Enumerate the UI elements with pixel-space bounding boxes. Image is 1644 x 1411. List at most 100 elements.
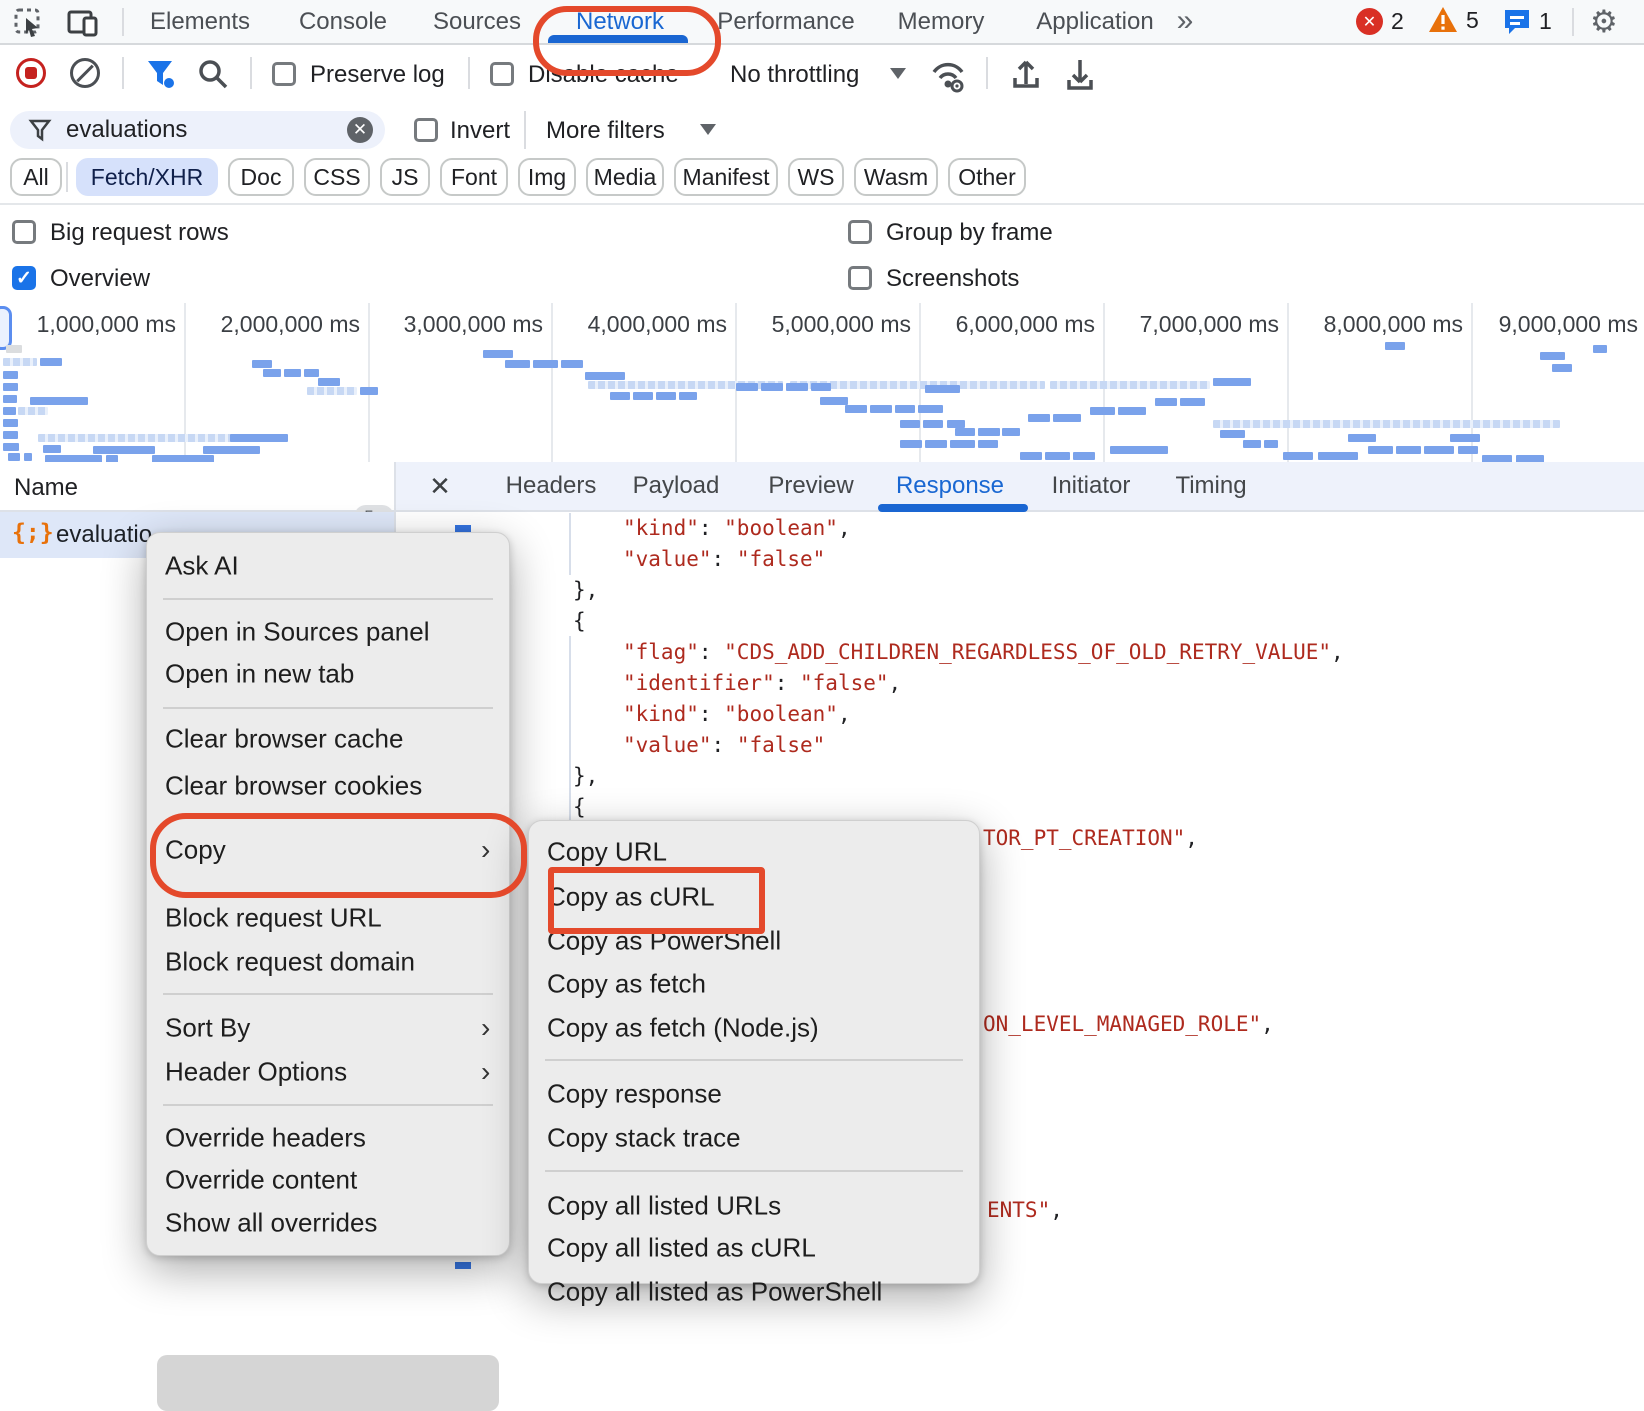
detail-tab-timing[interactable]: Timing bbox=[1175, 462, 1246, 510]
waterfall-bar bbox=[38, 434, 233, 442]
copy-submenu-item-copy-response[interactable]: Copy response bbox=[547, 1079, 722, 1110]
waterfall-bar bbox=[955, 428, 975, 436]
code-line: "identifier": "false", bbox=[623, 671, 901, 695]
json-string: "boolean" bbox=[724, 702, 838, 726]
copy-submenu-item-copy-all-listed-as-curl[interactable]: Copy all listed as cURL bbox=[547, 1233, 816, 1264]
chip-fetch-xhr[interactable]: Fetch/XHR bbox=[76, 158, 218, 196]
invert-checkbox[interactable] bbox=[414, 118, 438, 142]
group-by-frame-checkbox[interactable] bbox=[848, 220, 872, 244]
chip-js[interactable]: JS bbox=[380, 158, 430, 196]
chip-media[interactable]: Media bbox=[586, 158, 664, 196]
detail-tab-initiator[interactable]: Initiator bbox=[1052, 462, 1131, 510]
context-menu-item-clear-browser-cache[interactable]: Clear browser cache bbox=[165, 724, 403, 755]
chip-all[interactable]: All bbox=[10, 158, 62, 196]
overview-checkbox[interactable]: ✓ bbox=[12, 266, 36, 290]
detail-tab-headers[interactable]: Headers bbox=[506, 462, 597, 510]
preserve-log-checkbox[interactable] bbox=[272, 62, 296, 86]
name-column-header[interactable]: Name bbox=[0, 462, 396, 512]
tab-console[interactable]: Console bbox=[299, 0, 387, 43]
waterfall-bar bbox=[1220, 430, 1245, 438]
tab-network[interactable]: Network bbox=[576, 0, 664, 43]
copy-submenu-item-copy-all-listed-as-powershell[interactable]: Copy all listed as PowerShell bbox=[547, 1277, 882, 1308]
json-punctuation: { bbox=[573, 795, 586, 819]
waterfall-bar bbox=[925, 440, 947, 448]
chip-manifest[interactable]: Manifest bbox=[674, 158, 778, 196]
disable-cache-checkbox[interactable] bbox=[490, 62, 514, 86]
more-tabs-icon[interactable]: » bbox=[1177, 4, 1194, 38]
filter-input[interactable]: evaluations ✕ bbox=[10, 111, 385, 149]
filter-icon-active[interactable] bbox=[144, 57, 180, 91]
context-menu-item-copy[interactable]: Copy bbox=[165, 835, 226, 866]
overview-tick-label: 1,000,000 ms bbox=[37, 311, 176, 338]
console-status[interactable]: ✕ 2 bbox=[1356, 8, 1404, 35]
context-menu-item-clear-browser-cookies[interactable]: Clear browser cookies bbox=[165, 771, 422, 802]
close-detail-icon[interactable]: ✕ bbox=[429, 462, 451, 510]
overview-timeline[interactable]: 1,000,000 ms2,000,000 ms3,000,000 ms4,00… bbox=[0, 303, 1644, 464]
inspect-icon[interactable] bbox=[14, 8, 44, 38]
context-menu-item-ask-ai[interactable]: Ask AI bbox=[165, 551, 239, 582]
json-string: TOR_PT_CREATION" bbox=[983, 826, 1185, 850]
chip-font[interactable]: Font bbox=[440, 158, 508, 196]
copy-submenu-item-copy-as-fetch[interactable]: Copy as fetch bbox=[547, 969, 706, 1000]
settings-gear-icon[interactable]: ⚙ bbox=[1590, 4, 1618, 40]
waterfall-bar bbox=[6, 345, 22, 353]
context-menu-item-open-in-sources-panel[interactable]: Open in Sources panel bbox=[165, 617, 430, 648]
copy-submenu-item-copy-as-curl[interactable]: Copy as cURL bbox=[547, 882, 715, 913]
context-menu-item-header-options[interactable]: Header Options bbox=[165, 1057, 347, 1088]
detail-tab-payload[interactable]: Payload bbox=[633, 462, 720, 510]
export-har-icon[interactable] bbox=[1062, 56, 1098, 92]
detail-tab-preview[interactable]: Preview bbox=[768, 462, 853, 510]
message-status[interactable]: 1 bbox=[1503, 8, 1552, 35]
context-menu-item-show-all-overrides[interactable]: Show all overrides bbox=[165, 1208, 377, 1239]
throttling-caret-icon[interactable] bbox=[890, 68, 906, 79]
json-string: "flag" bbox=[623, 640, 699, 664]
detail-tab-response[interactable]: Response bbox=[896, 462, 1004, 510]
message-count: 1 bbox=[1539, 8, 1552, 35]
chip-doc[interactable]: Doc bbox=[228, 158, 294, 196]
tab-sources[interactable]: Sources bbox=[433, 0, 521, 43]
chip-img[interactable]: Img bbox=[518, 158, 576, 196]
chip-divider bbox=[66, 162, 68, 192]
waterfall-bar bbox=[1318, 452, 1358, 460]
import-har-icon[interactable] bbox=[1008, 56, 1044, 92]
more-filters-caret-icon[interactable] bbox=[700, 124, 716, 135]
network-conditions-icon[interactable] bbox=[928, 56, 968, 94]
clear-filter-icon[interactable]: ✕ bbox=[347, 117, 373, 143]
invert-label: Invert bbox=[450, 117, 510, 145]
search-icon[interactable] bbox=[196, 57, 230, 91]
context-menu-item-override-headers[interactable]: Override headers bbox=[165, 1123, 366, 1154]
overview-window-handle[interactable] bbox=[0, 306, 12, 350]
tab-elements[interactable]: Elements bbox=[150, 0, 250, 43]
copy-submenu-separator bbox=[545, 1170, 963, 1172]
waterfall-bar bbox=[3, 383, 18, 391]
overview-tick-label: 9,000,000 ms bbox=[1499, 311, 1638, 338]
throttling-select[interactable]: No throttling bbox=[730, 61, 859, 89]
more-filters-button[interactable]: More filters bbox=[546, 117, 665, 145]
context-menu-item-override-content[interactable]: Override content bbox=[165, 1165, 357, 1196]
record-stop-icon[interactable] bbox=[16, 58, 46, 88]
json-string: "boolean" bbox=[724, 516, 838, 540]
copy-submenu-item-copy-url[interactable]: Copy URL bbox=[547, 837, 667, 868]
copy-submenu-item-copy-all-listed-urls[interactable]: Copy all listed URLs bbox=[547, 1191, 781, 1222]
chip-other[interactable]: Other bbox=[948, 158, 1026, 196]
clear-network-log-icon[interactable] bbox=[70, 58, 100, 88]
copy-submenu-item-copy-stack-trace[interactable]: Copy stack trace bbox=[547, 1123, 741, 1154]
context-menu-item-open-in-new-tab[interactable]: Open in new tab bbox=[165, 659, 354, 690]
chip-css[interactable]: CSS bbox=[304, 158, 370, 196]
warning-status[interactable]: 5 bbox=[1428, 6, 1479, 34]
tab-application[interactable]: Application bbox=[1036, 0, 1153, 43]
context-menu-item-block-request-domain[interactable]: Block request domain bbox=[165, 947, 415, 978]
tab-memory[interactable]: Memory bbox=[898, 0, 985, 43]
chip-wasm[interactable]: Wasm bbox=[854, 158, 938, 196]
context-menu-item-block-request-url[interactable]: Block request URL bbox=[165, 903, 382, 934]
context-menu-item-sort-by[interactable]: Sort By bbox=[165, 1013, 250, 1044]
code-line: { bbox=[573, 609, 586, 633]
waterfall-bar bbox=[505, 360, 530, 368]
tab-performance[interactable]: Performance bbox=[717, 0, 854, 43]
copy-submenu-item-copy-as-powershell[interactable]: Copy as PowerShell bbox=[547, 926, 781, 957]
chip-ws[interactable]: WS bbox=[788, 158, 844, 196]
device-toolbar-icon[interactable] bbox=[66, 8, 100, 38]
screenshots-checkbox[interactable] bbox=[848, 266, 872, 290]
copy-submenu-item-copy-as-fetch-node-js-[interactable]: Copy as fetch (Node.js) bbox=[547, 1013, 819, 1044]
big-request-rows-checkbox[interactable] bbox=[12, 220, 36, 244]
